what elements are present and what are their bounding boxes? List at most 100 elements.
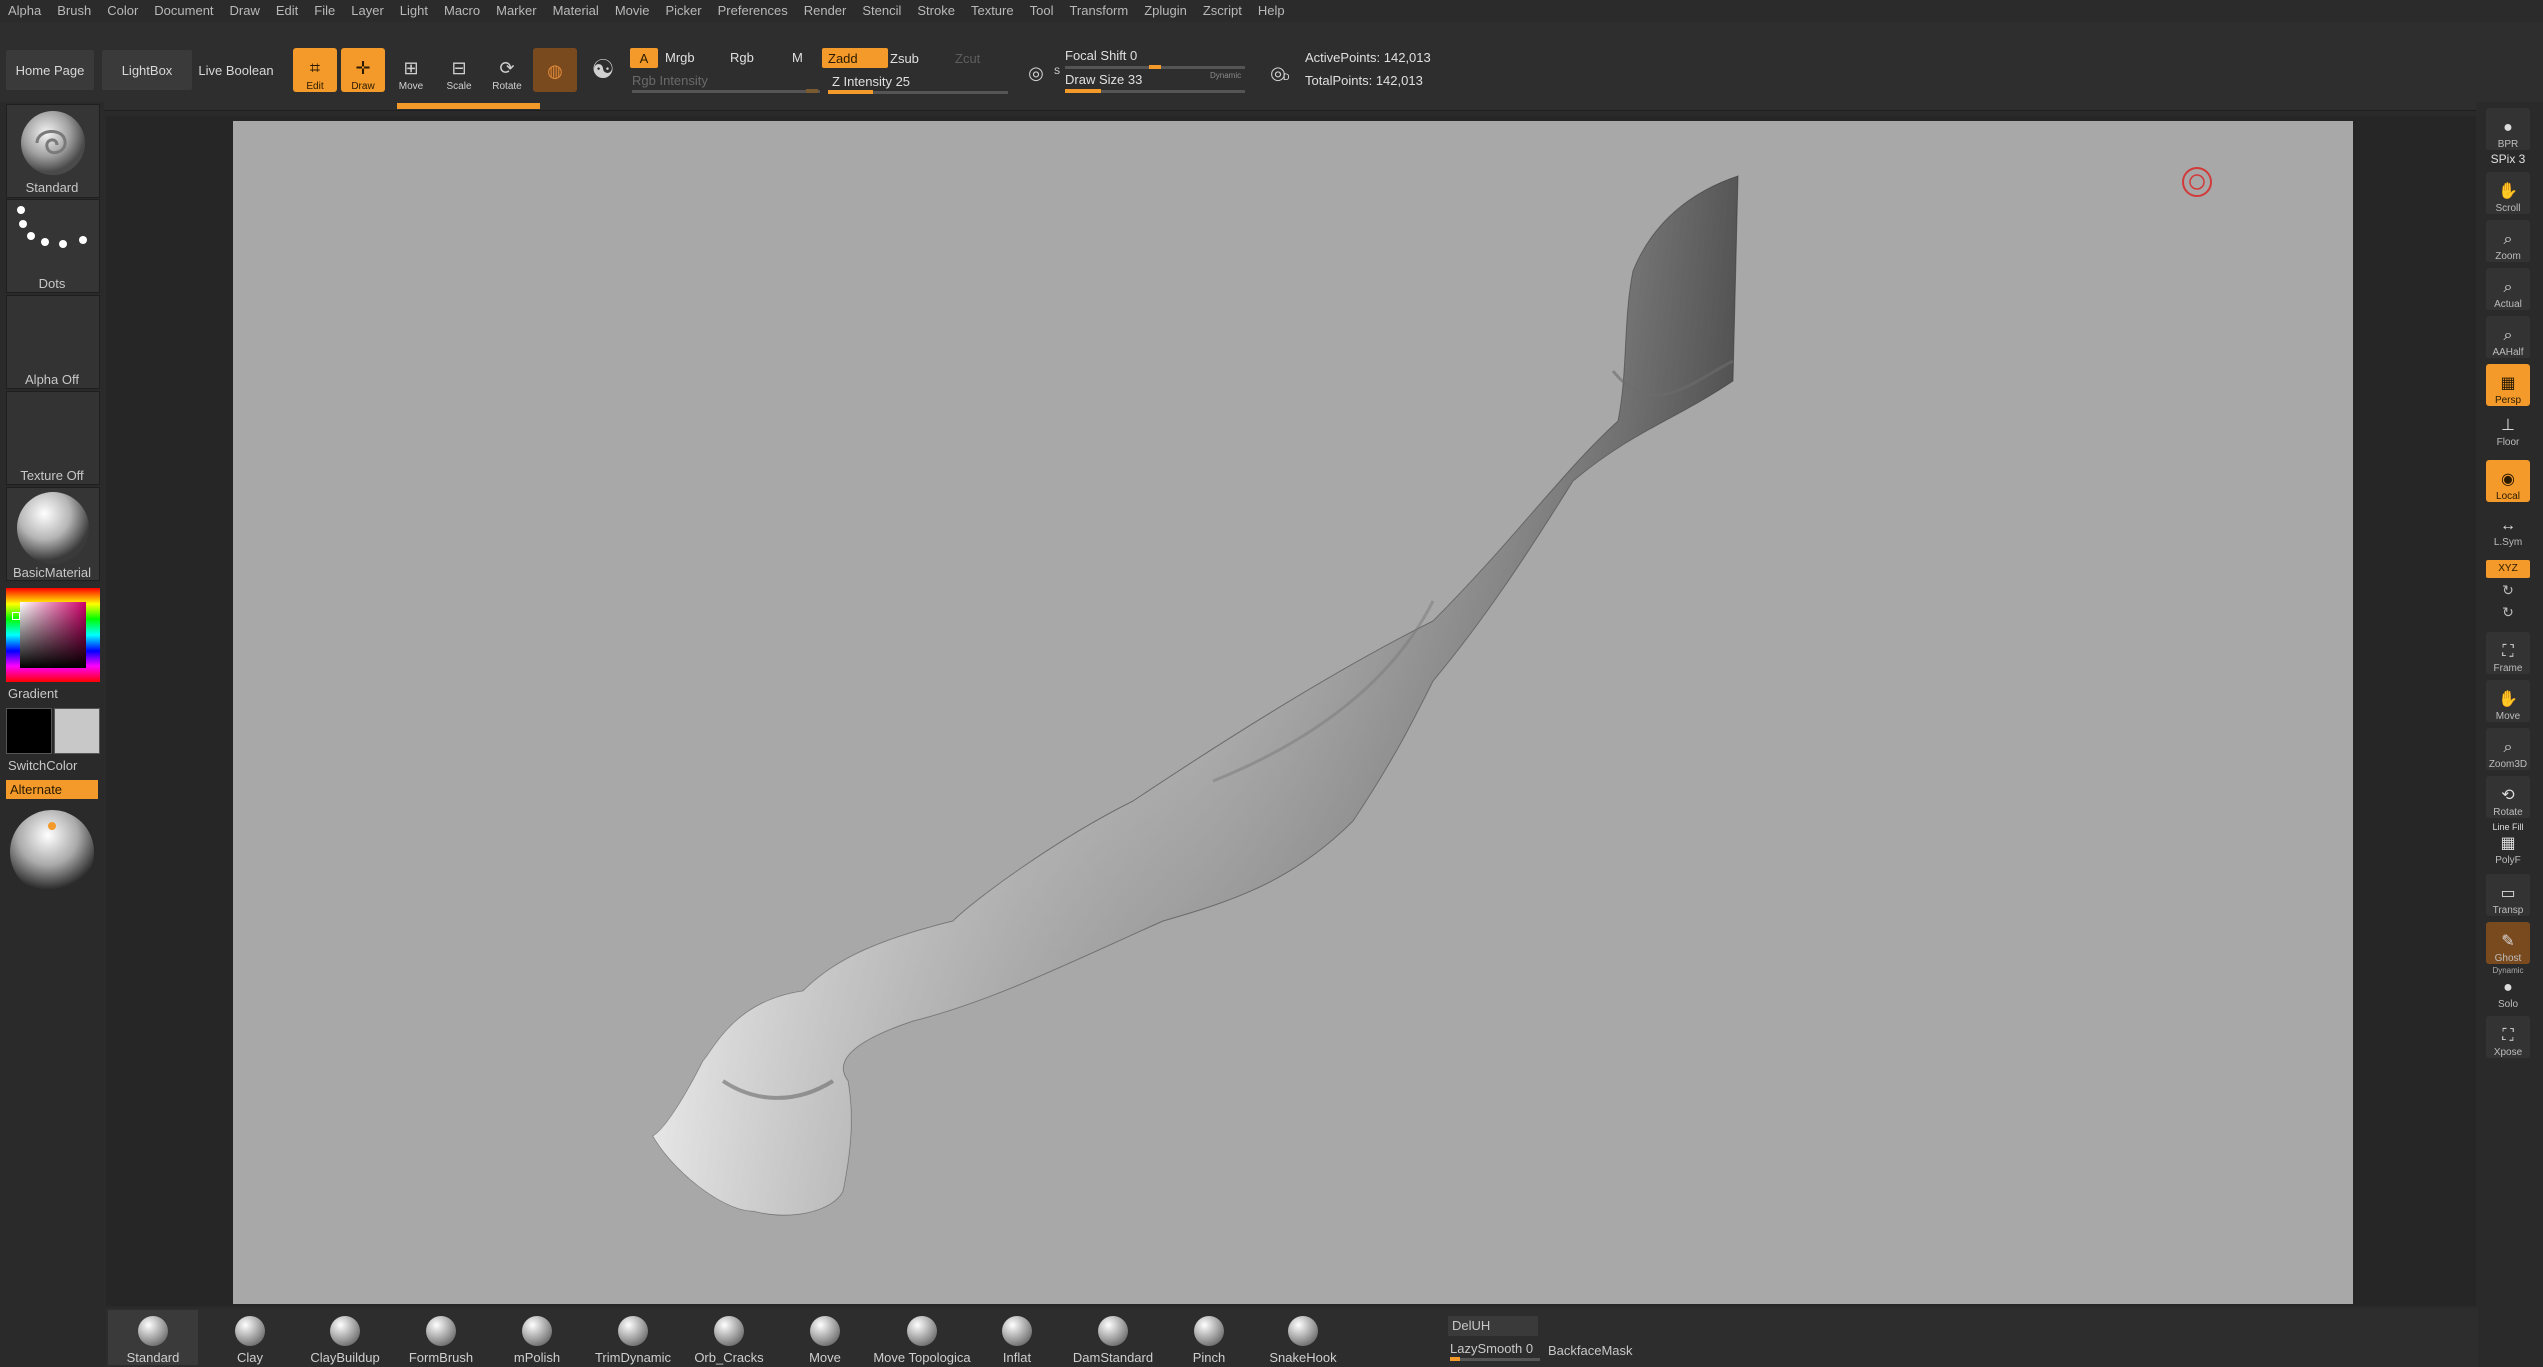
menu-stroke[interactable]: Stroke bbox=[909, 0, 963, 22]
rgb-intensity-thumb[interactable] bbox=[806, 89, 818, 93]
brush-orb-cracks[interactable]: Orb_Cracks bbox=[684, 1310, 774, 1365]
lightbox-button[interactable]: LightBox bbox=[102, 50, 192, 90]
home-page-button[interactable]: Home Page bbox=[6, 50, 94, 90]
local-button[interactable]: ◉ Local bbox=[2486, 460, 2530, 502]
brush-pinch[interactable]: Pinch bbox=[1164, 1310, 1254, 1365]
menu-layer[interactable]: Layer bbox=[343, 0, 392, 22]
color-channel-button[interactable]: ☯ bbox=[581, 48, 625, 92]
menu-picker[interactable]: Picker bbox=[658, 0, 710, 22]
scale-button[interactable]: ⊟ Scale bbox=[437, 48, 481, 92]
document-canvas[interactable] bbox=[233, 121, 2353, 1304]
primary-color-swatch[interactable] bbox=[6, 708, 52, 754]
switchcolor-button[interactable]: SwitchColor bbox=[8, 758, 77, 773]
deluh-button[interactable]: DelUH bbox=[1448, 1316, 1538, 1336]
transp-button[interactable]: ▭ Transp bbox=[2486, 874, 2530, 916]
draw-button[interactable]: ✛ Draw bbox=[341, 48, 385, 92]
brush-formbrush[interactable]: FormBrush bbox=[396, 1310, 486, 1365]
focal-shift-thumb[interactable] bbox=[1149, 65, 1161, 69]
menu-brush[interactable]: Brush bbox=[49, 0, 99, 22]
menu-transform[interactable]: Transform bbox=[1061, 0, 1136, 22]
brush-inflat[interactable]: Inflat bbox=[972, 1310, 1062, 1365]
xyz-button[interactable]: XYZ bbox=[2486, 560, 2530, 578]
secondary-color-swatch[interactable] bbox=[54, 708, 100, 754]
zsub-toggle[interactable]: Zsub bbox=[890, 51, 919, 66]
menu-zscript[interactable]: Zscript bbox=[1195, 0, 1250, 22]
menu-document[interactable]: Document bbox=[146, 0, 221, 22]
spix-slider[interactable]: SPix 3 bbox=[2486, 152, 2530, 166]
brush-damstandard[interactable]: DamStandard bbox=[1068, 1310, 1158, 1365]
zoom3d-button[interactable]: ⌕ Zoom3D bbox=[2486, 728, 2530, 770]
d-icon-button[interactable]: ◎ bbox=[1258, 50, 1298, 90]
menu-movie[interactable]: Movie bbox=[607, 0, 658, 22]
brush-trimdynamic[interactable]: TrimDynamic bbox=[588, 1310, 678, 1365]
rotate-view-button[interactable]: ⟲ Rotate bbox=[2486, 776, 2530, 818]
alternate-button[interactable]: Alternate bbox=[6, 780, 98, 799]
actual-button[interactable]: ⌕ Actual bbox=[2486, 268, 2530, 310]
color-picker-square[interactable] bbox=[20, 602, 86, 668]
menu-macro[interactable]: Macro bbox=[436, 0, 488, 22]
move-button[interactable]: ⊞ Move bbox=[389, 48, 433, 92]
material-label: BasicMaterial bbox=[12, 565, 92, 580]
menu-light[interactable]: Light bbox=[392, 0, 436, 22]
floor-button[interactable]: ⊥ Floor bbox=[2486, 412, 2530, 448]
rotate-z-icon[interactable]: ↻ bbox=[2486, 604, 2530, 621]
brush-clay[interactable]: Clay bbox=[205, 1310, 295, 1365]
brush-claybuildup[interactable]: ClayBuildup bbox=[300, 1310, 390, 1365]
gradient-toggle[interactable]: Gradient bbox=[8, 686, 58, 701]
color-picker[interactable] bbox=[6, 588, 100, 682]
edit-button[interactable]: ⌗ Edit bbox=[293, 48, 337, 92]
lazysmooth-thumb[interactable] bbox=[1450, 1357, 1460, 1361]
a-toggle[interactable]: A bbox=[630, 48, 658, 68]
persp-button[interactable]: ▦ Persp bbox=[2486, 364, 2530, 406]
live-boolean-button[interactable]: Live Boolean bbox=[196, 50, 276, 90]
zadd-toggle[interactable]: Zadd bbox=[822, 48, 888, 68]
lsym-button[interactable]: ↔ L.Sym bbox=[2486, 512, 2530, 548]
zoom-button[interactable]: ⌕ Zoom bbox=[2486, 220, 2530, 262]
mrgb-toggle[interactable]: Mrgb bbox=[665, 50, 695, 65]
light-sphere[interactable] bbox=[6, 806, 98, 898]
s-brush-icon-button[interactable]: ◎ bbox=[1016, 50, 1056, 90]
backfacemask-button[interactable]: BackfaceMask bbox=[1548, 1343, 1633, 1358]
menu-draw[interactable]: Draw bbox=[222, 0, 268, 22]
bpr-button[interactable]: ● BPR bbox=[2486, 108, 2530, 150]
solo-button[interactable]: ● Solo bbox=[2486, 976, 2530, 1010]
brush-move-topological[interactable]: Move Topologica bbox=[872, 1310, 972, 1365]
menu-texture[interactable]: Texture bbox=[963, 0, 1022, 22]
xpose-button[interactable]: ⛶ Xpose bbox=[2486, 1016, 2530, 1058]
menu-stencil[interactable]: Stencil bbox=[854, 0, 909, 22]
brush-standard[interactable]: Standard bbox=[108, 1310, 198, 1365]
rotate-y-icon[interactable]: ↻ bbox=[2486, 582, 2530, 599]
menu-alpha[interactable]: Alpha bbox=[0, 0, 49, 22]
menu-material[interactable]: Material bbox=[545, 0, 607, 22]
brush-mpolish[interactable]: mPolish bbox=[492, 1310, 582, 1365]
brush-snakehook[interactable]: SnakeHook bbox=[1258, 1310, 1348, 1365]
scroll-button[interactable]: ✋ Scroll bbox=[2486, 172, 2530, 214]
move-view-button[interactable]: ✋ Move bbox=[2486, 680, 2530, 722]
polyf-button[interactable]: ▦ PolyF bbox=[2486, 832, 2530, 866]
color-picker-cursor[interactable] bbox=[12, 612, 20, 620]
menu-edit[interactable]: Edit bbox=[268, 0, 306, 22]
menu-tool[interactable]: Tool bbox=[1022, 0, 1062, 22]
menu-marker[interactable]: Marker bbox=[488, 0, 544, 22]
ghost-button[interactable]: ✎ Ghost bbox=[2486, 922, 2530, 964]
focus-target-icon[interactable] bbox=[2182, 167, 2212, 197]
m-toggle[interactable]: M bbox=[792, 50, 803, 65]
menu-render[interactable]: Render bbox=[796, 0, 855, 22]
frame-button[interactable]: ⛶ Frame bbox=[2486, 632, 2530, 674]
rgb-toggle[interactable]: Rgb bbox=[730, 50, 754, 65]
rotate-button[interactable]: ⟳ Rotate bbox=[485, 48, 529, 92]
menu-color[interactable]: Color bbox=[99, 0, 146, 22]
aahalf-button[interactable]: ⌕ AAHalf bbox=[2486, 316, 2530, 358]
rgb-intensity-slider[interactable] bbox=[632, 90, 820, 93]
damstandard-brush-icon bbox=[1098, 1316, 1128, 1346]
menu-preferences[interactable]: Preferences bbox=[710, 0, 796, 22]
material-channel-button[interactable]: ◍ bbox=[533, 48, 577, 92]
brush-move[interactable]: Move bbox=[780, 1310, 870, 1365]
zcut-toggle[interactable]: Zcut bbox=[955, 51, 980, 66]
lazysmooth-slider[interactable] bbox=[1450, 1358, 1540, 1361]
dynamic-toggle[interactable]: Dynamic bbox=[1210, 71, 1241, 80]
menu-help[interactable]: Help bbox=[1250, 0, 1293, 22]
menu-file[interactable]: File bbox=[306, 0, 343, 22]
menu-zplugin[interactable]: Zplugin bbox=[1136, 0, 1195, 22]
standard-brush-icon bbox=[138, 1316, 168, 1346]
